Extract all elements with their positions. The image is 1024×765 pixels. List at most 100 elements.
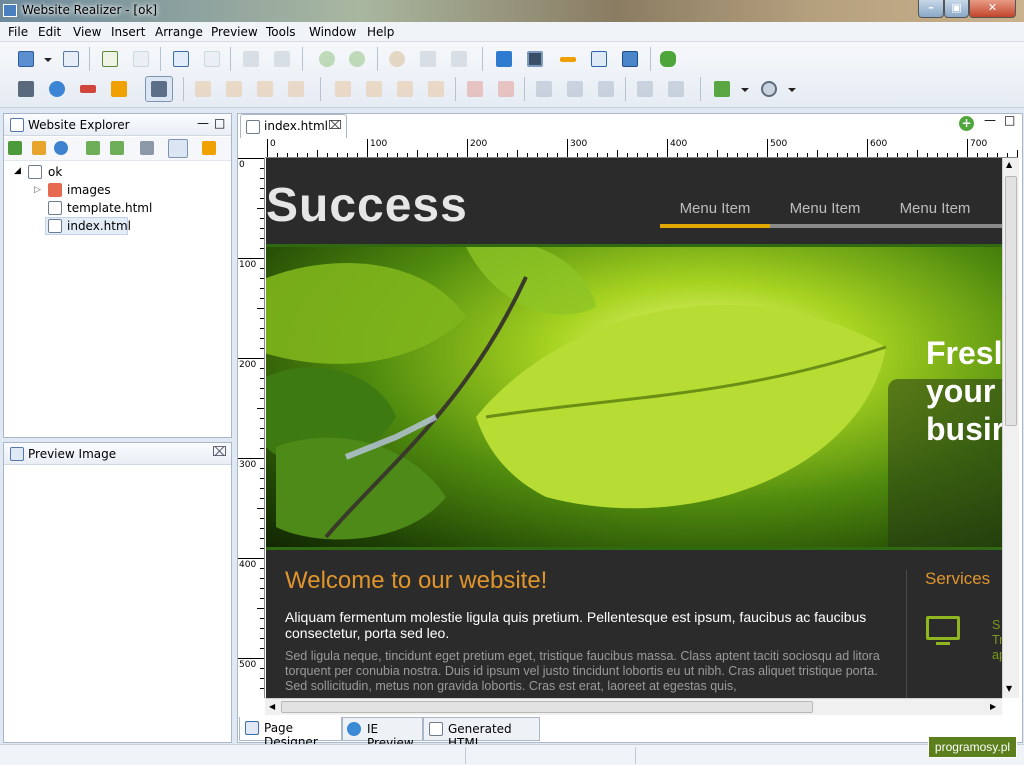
bring-forward-icon[interactable] xyxy=(254,78,276,100)
tab-page-designer[interactable]: Page Designer xyxy=(239,717,342,749)
maximize-button[interactable]: ▣ xyxy=(944,0,969,18)
menu-edit[interactable]: Edit xyxy=(38,25,61,39)
menu-window[interactable]: Window xyxy=(309,25,356,39)
print-preview-icon[interactable] xyxy=(170,48,192,70)
align-bottom-icon[interactable] xyxy=(425,78,447,100)
menu-tools[interactable]: Tools xyxy=(266,25,296,39)
menu-preview[interactable]: Preview xyxy=(211,25,258,39)
scrollbar-thumb[interactable] xyxy=(1005,176,1017,426)
open-icon[interactable] xyxy=(60,48,82,70)
close-tab-icon[interactable]: ⌧ xyxy=(328,118,342,132)
lead-paragraph[interactable]: Aliquam fermentum molestie ligula quis p… xyxy=(285,609,890,641)
scroll-left-icon[interactable]: ◀ xyxy=(269,702,275,711)
chevron-down-icon[interactable] xyxy=(44,58,52,62)
site-header[interactable]: Success Menu Item Menu Item Menu Item xyxy=(266,158,1002,246)
zoom-icon[interactable] xyxy=(758,78,780,100)
align-center-icon[interactable] xyxy=(77,78,99,100)
add-page-icon[interactable] xyxy=(8,141,22,155)
ungroup-icon[interactable] xyxy=(665,78,687,100)
move-item-icon[interactable] xyxy=(54,141,68,155)
horizontal-scrollbar[interactable]: ◀ ▶ xyxy=(265,698,1002,715)
collapse-icon[interactable]: ◢ xyxy=(14,166,21,176)
fit-icon[interactable] xyxy=(533,78,555,100)
menu-file[interactable]: File xyxy=(8,25,28,39)
snap-icon[interactable] xyxy=(108,78,130,100)
line-tool-icon[interactable] xyxy=(557,48,579,70)
tab-ie-preview[interactable]: IE Preview xyxy=(342,717,423,750)
send-backward-icon[interactable] xyxy=(223,78,245,100)
close-panel-icon[interactable]: ⌧ xyxy=(212,445,227,460)
maximize-editor-icon[interactable]: □ xyxy=(1004,113,1015,127)
duplicate-icon[interactable] xyxy=(140,141,154,155)
site-logo[interactable]: Success xyxy=(266,178,468,233)
new-page-icon[interactable] xyxy=(15,48,37,70)
body-paragraph[interactable]: Sed ligula neque, tincidunt eget pretium… xyxy=(285,649,890,694)
form-tool-icon[interactable] xyxy=(524,48,546,70)
maximize-panel-icon[interactable]: □ xyxy=(214,116,225,130)
align-left-icon[interactable] xyxy=(332,78,354,100)
new-site-icon[interactable] xyxy=(99,48,121,70)
blank-page-icon[interactable] xyxy=(130,48,152,70)
text-tool-icon[interactable] xyxy=(493,48,515,70)
align-top-icon[interactable] xyxy=(394,78,416,100)
scroll-right-icon[interactable]: ▶ xyxy=(990,702,996,711)
hero-headline-line[interactable]: Fresl xyxy=(926,335,1002,372)
content-section[interactable]: Welcome to our website! Aliquam fermentu… xyxy=(266,550,1002,698)
group-icon[interactable] xyxy=(634,78,656,100)
menu-help[interactable]: Help xyxy=(367,25,394,39)
paste-icon[interactable] xyxy=(448,48,470,70)
scroll-down-icon[interactable]: ▼ xyxy=(1006,684,1012,693)
tab-index-html[interactable]: index.html ⌧ xyxy=(240,114,347,138)
tab-generated-html[interactable]: Generated HTML xyxy=(423,717,540,750)
export-icon[interactable] xyxy=(110,141,124,155)
services-heading[interactable]: Services xyxy=(925,569,990,589)
save-all-icon[interactable] xyxy=(271,48,293,70)
preview-toggle-icon[interactable] xyxy=(168,139,188,158)
minimize-editor-icon[interactable]: — xyxy=(984,113,996,127)
close-button[interactable]: ✕ xyxy=(969,0,1016,18)
scrollbar-thumb[interactable] xyxy=(281,701,813,713)
cut-icon[interactable] xyxy=(386,48,408,70)
align-right-icon[interactable] xyxy=(363,78,385,100)
same-width-icon[interactable] xyxy=(564,78,586,100)
menu-arrange[interactable]: Arrange xyxy=(155,25,203,39)
nav-menu-item[interactable]: Menu Item xyxy=(660,200,770,217)
grid-icon[interactable] xyxy=(15,78,37,100)
vertical-scrollbar[interactable]: ▲ ▼ xyxy=(1002,158,1019,698)
image-tool-icon[interactable] xyxy=(619,48,641,70)
nav-menu-item[interactable]: Menu Item xyxy=(880,200,990,217)
space-horizontal-icon[interactable] xyxy=(464,78,486,100)
bring-front-icon[interactable] xyxy=(285,78,307,100)
menu-view[interactable]: View xyxy=(73,25,101,39)
menu-insert[interactable]: Insert xyxy=(111,25,145,39)
ruler-guide-icon[interactable] xyxy=(145,76,173,102)
design-canvas[interactable]: Success Menu Item Menu Item Menu Item Fr… xyxy=(266,158,1002,698)
add-tab-icon[interactable]: + xyxy=(959,116,974,131)
welcome-heading[interactable]: Welcome to our website! xyxy=(285,567,547,595)
save-icon[interactable] xyxy=(240,48,262,70)
undo-icon[interactable] xyxy=(316,48,338,70)
tree-item-index[interactable]: index.html xyxy=(67,219,131,233)
import-icon[interactable] xyxy=(86,141,100,155)
same-height-icon[interactable] xyxy=(595,78,617,100)
minimize-button[interactable]: – xyxy=(918,0,944,18)
publish-icon[interactable] xyxy=(711,78,733,100)
hero-image[interactable]: Fresl your busir xyxy=(266,244,1002,550)
tree-item-images[interactable]: images xyxy=(67,183,111,197)
table-tool-icon[interactable] xyxy=(588,48,610,70)
minimize-panel-icon[interactable]: — xyxy=(197,116,209,130)
chevron-down-icon[interactable] xyxy=(788,88,796,92)
bring-back-icon[interactable] xyxy=(192,78,214,100)
edit-icon[interactable] xyxy=(32,141,46,155)
tree-item-template[interactable]: template.html xyxy=(67,201,152,215)
expand-icon[interactable]: ▷ xyxy=(34,185,41,195)
move-icon[interactable] xyxy=(46,78,68,100)
services-text[interactable]: S p Tr ap xyxy=(992,618,1002,663)
copy-icon[interactable] xyxy=(417,48,439,70)
page-setup-icon[interactable] xyxy=(201,48,223,70)
tree-root[interactable]: ok xyxy=(48,165,62,179)
nav-menu-item[interactable]: Menu Item xyxy=(770,200,880,217)
redo-icon[interactable] xyxy=(346,48,368,70)
hero-headline-line[interactable]: busir xyxy=(926,411,1002,448)
hero-headline-line[interactable]: your xyxy=(926,373,995,410)
